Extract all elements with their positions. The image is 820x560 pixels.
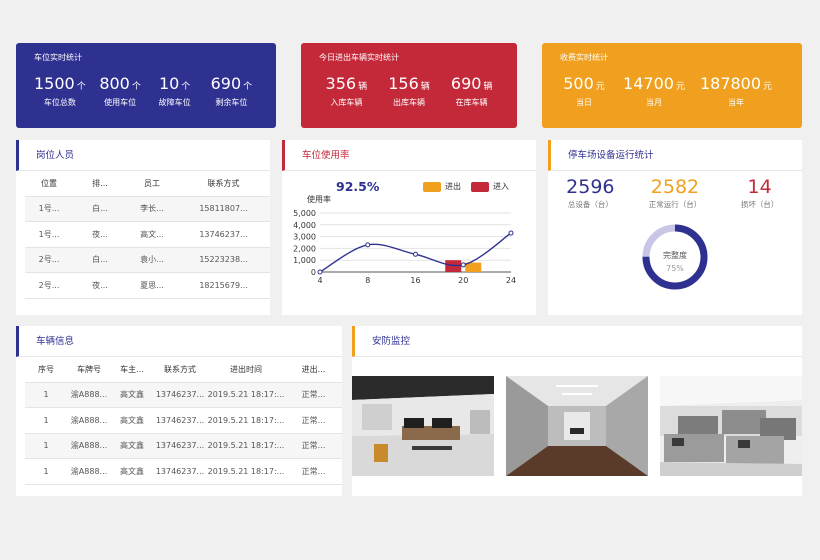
stat-value: 187800 bbox=[699, 74, 762, 93]
column-header[interactable]: 进出... bbox=[285, 357, 342, 383]
table-row[interactable]: 1号... 夜... 高文... 13746237... bbox=[25, 221, 270, 248]
stat-label: 车位总数 bbox=[43, 98, 76, 107]
stat-label: 故障车位 bbox=[158, 98, 191, 107]
table-row[interactable]: 2号... 夜... 夏思... 18215679... bbox=[25, 272, 270, 299]
device-label: 损坏（台） bbox=[740, 200, 779, 209]
office-photo-1 bbox=[352, 376, 494, 476]
camera-feed-1[interactable] bbox=[352, 376, 494, 476]
column-header[interactable]: 进出时间 bbox=[207, 357, 285, 383]
y-tick-label: 3,000 bbox=[293, 233, 316, 242]
table-row[interactable]: 1 渝A888... 高文鑫 13746237... 2019.5.21 18:17:.… bbox=[25, 407, 342, 434]
y-tick-label: 1,000 bbox=[293, 256, 316, 265]
stat-revenue-year: 187800 元 当年 bbox=[699, 74, 773, 107]
usage-chart: 5,000 4,000 3,000 2,000 1,000 04 8 16 20 24 bbox=[293, 209, 516, 285]
table-row[interactable]: 1 渝A888... 高文鑫 13746237... 2019.5.21 18:17:.… bbox=[25, 458, 342, 485]
table-row[interactable]: 2号... 白... 袁小... 15223238... bbox=[25, 247, 270, 273]
column-header[interactable]: 排... bbox=[73, 171, 127, 197]
x-tick-label: 16 bbox=[410, 276, 420, 285]
stat-label: 出库车辆 bbox=[393, 98, 425, 107]
vehicles-panel: 车辆信息 序号 车牌号 车主... 联系方式 进出时间 进出... 1 渝A888… bbox=[16, 326, 342, 496]
device-label: 正常运行（台） bbox=[648, 200, 702, 209]
revenue-stats-card: 收费实时统计 500 元 当日 14700 元 当月 187800 元 当年 bbox=[542, 43, 802, 128]
stat-value: 690 bbox=[450, 74, 482, 93]
stat-value: 10 bbox=[158, 74, 180, 93]
y-tick-label: 0 bbox=[311, 268, 316, 277]
stat-label: 当日 bbox=[576, 98, 592, 107]
stat-vehicles-parked: 690 辆 在库车辆 bbox=[444, 74, 499, 108]
staff-panel: 岗位人员 位置 排... 员工 联系方式 1号... 白... 李长... 15811… bbox=[16, 140, 270, 315]
stat-value: 1500 bbox=[34, 74, 75, 93]
device-value: 2596 bbox=[566, 176, 615, 198]
devices-panel-title: 停车场设备运行统计 bbox=[548, 140, 802, 171]
stat-total-spaces: 1500 个 车位总数 bbox=[34, 74, 86, 107]
line-point bbox=[413, 251, 418, 257]
y-tick-label: 4,000 bbox=[293, 221, 316, 230]
column-header[interactable]: 车主... bbox=[111, 357, 153, 383]
stat-revenue-month: 14700 元 当月 bbox=[623, 74, 685, 107]
table-row[interactable]: 1 渝A888... 高文鑫 13746237... 2019.5.21 18:17:.… bbox=[25, 433, 342, 459]
camera-feed-3[interactable] bbox=[660, 376, 802, 476]
card-title: 车位实时统计 bbox=[34, 53, 82, 62]
vehicle-stats-card: 今日进出车辆实时统计 356 辆 入库车辆 156 辆 出库车辆 690 辆 在库车辆 bbox=[301, 43, 517, 128]
camera-feed-2[interactable] bbox=[506, 376, 648, 476]
stat-vehicles-in: 356 辆 入库车辆 bbox=[319, 74, 374, 108]
device-normal: 2582 正常运行（台） bbox=[634, 175, 716, 210]
stat-label: 使用车位 bbox=[104, 98, 137, 107]
column-header[interactable]: 序号 bbox=[25, 357, 67, 383]
stat-revenue-day: 500 元 当日 bbox=[560, 74, 608, 108]
staff-table: 位置 排... 员工 联系方式 1号... 白... 李长... 15811807..… bbox=[25, 171, 270, 299]
stat-label: 剩余车位 bbox=[215, 98, 248, 107]
column-header[interactable]: 联系方式 bbox=[177, 171, 270, 197]
parking-stats-card: 车位实时统计 1500 个 车位总数 800 个 使用车位 10 个 故障车位 690… bbox=[16, 43, 276, 128]
usage-panel: 车位使用率 92.5% 进出 进入 使用率 5,000 4,000 3,000 2,0… bbox=[282, 140, 536, 315]
stat-label: 入库车辆 bbox=[330, 98, 363, 107]
stat-used-spaces: 800 个 使用车位 bbox=[92, 74, 149, 108]
stat-label: 在库车辆 bbox=[455, 98, 488, 107]
card-title: 今日进出车辆实时统计 bbox=[319, 53, 399, 62]
column-header[interactable]: 联系方式 bbox=[153, 357, 207, 383]
column-header[interactable]: 位置 bbox=[25, 171, 73, 197]
stat-faulty-spaces: 10 个 故障车位 bbox=[152, 74, 196, 108]
stat-value: 156 bbox=[388, 74, 419, 93]
x-tick-label: 4 bbox=[317, 276, 322, 285]
vehicles-table: 序号 车牌号 车主... 联系方式 进出时间 进出... 1 渝A888... 高文… bbox=[25, 357, 342, 485]
office-photo-2 bbox=[506, 376, 648, 476]
device-broken: 14 损坏（台） bbox=[719, 175, 801, 210]
device-value: 14 bbox=[747, 176, 772, 198]
vehicles-panel-title: 车辆信息 bbox=[16, 326, 342, 357]
y-tick-label: 2,000 bbox=[293, 244, 316, 253]
office-photo-3 bbox=[660, 376, 802, 476]
x-tick-label: 8 bbox=[365, 276, 370, 285]
stat-label: 当年 bbox=[728, 98, 744, 107]
column-header[interactable]: 员工 bbox=[127, 171, 177, 197]
stat-value: 690 bbox=[210, 74, 242, 93]
line-point bbox=[508, 230, 514, 236]
table-row[interactable]: 1 渝A888... 高文鑫 13746237... 2019.5.21 18:17:.… bbox=[25, 382, 342, 408]
line-point bbox=[365, 242, 371, 248]
gauge-value: 75% bbox=[666, 264, 684, 273]
stat-free-spaces: 690 个 剩余车位 bbox=[205, 74, 258, 108]
staff-panel-title: 岗位人员 bbox=[16, 140, 270, 171]
device-value: 2582 bbox=[650, 176, 700, 198]
x-tick-label: 20 bbox=[458, 276, 468, 285]
gauge-label: 完整度 bbox=[663, 251, 687, 260]
stat-value: 500 bbox=[563, 74, 594, 93]
card-title: 收费实时统计 bbox=[560, 53, 608, 62]
y-tick-label: 5,000 bbox=[293, 209, 316, 218]
security-panel-title: 安防监控 bbox=[352, 326, 802, 357]
line-point bbox=[317, 269, 323, 275]
table-row[interactable]: 1号... 白... 李长... 15811807... bbox=[25, 196, 270, 222]
line-point bbox=[460, 262, 466, 268]
column-header[interactable]: 车牌号 bbox=[67, 357, 111, 383]
security-panel: 安防监控 bbox=[352, 326, 802, 496]
device-total: 2596 总设备（台） bbox=[549, 175, 631, 210]
stat-value: 14700 bbox=[623, 74, 674, 93]
stat-value: 356 bbox=[325, 74, 357, 93]
stat-label: 当月 bbox=[646, 98, 662, 107]
x-tick-label: 24 bbox=[506, 276, 516, 285]
stat-value: 800 bbox=[99, 74, 130, 93]
devices-panel: 停车场设备运行统计 2596 总设备（台） 2582 正常运行（台） 14 损坏… bbox=[548, 140, 802, 315]
device-label: 总设备（台） bbox=[567, 200, 613, 209]
stat-vehicles-out: 156 辆 出库车辆 bbox=[382, 74, 437, 108]
